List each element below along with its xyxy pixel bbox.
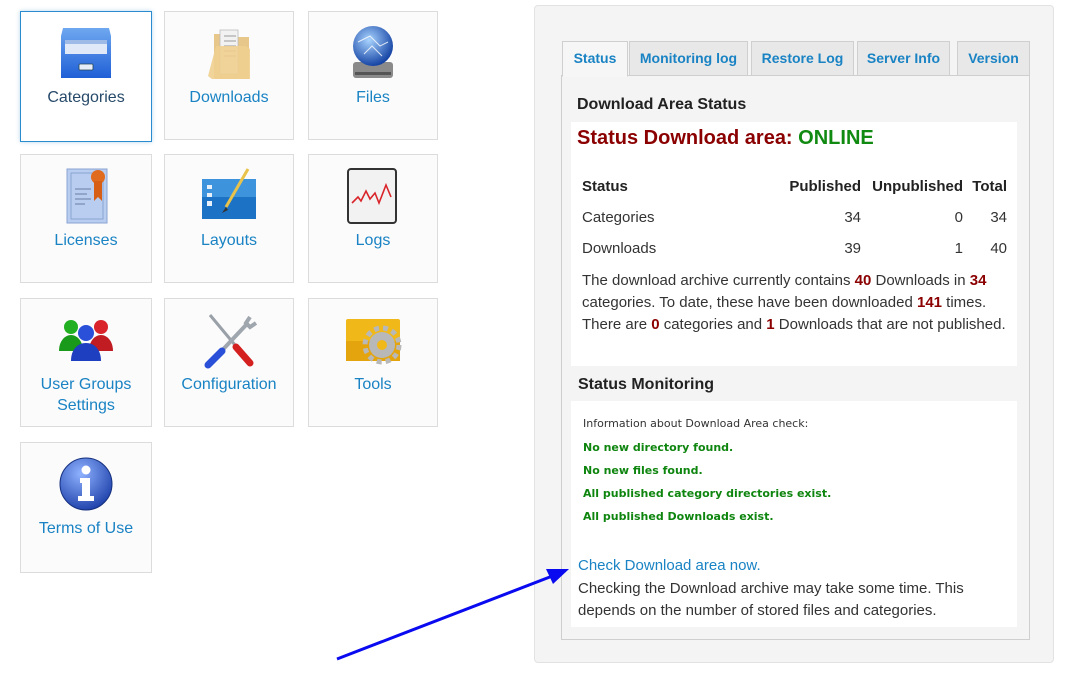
tab-server-info[interactable]: Server Info [857,41,950,76]
section-heading-download-area-status: Download Area Status [577,96,747,113]
tile-label: User Groups Settings [40,376,132,414]
monitoring-message: All published category directories exist… [583,487,832,500]
monitoring-message: All published Downloads exist. [583,510,774,523]
col-header: Published [789,178,861,195]
user-group-icon [59,320,113,361]
tile-files[interactable]: Files [308,11,438,140]
tab-restore-log[interactable]: Restore Log [751,41,854,76]
log-chart-icon [347,168,397,224]
tile-categories[interactable]: Categories [20,11,152,142]
monitoring-message: No new files found. [583,464,703,477]
file-cabinet-icon [61,28,111,78]
table-row: Downloads 39 1 40 [582,240,1007,257]
tile-label: Files [356,89,390,106]
archive-summary: The download archive currently contains … [582,272,1006,333]
online-badge: ONLINE [798,127,874,149]
folder-documents-icon [208,29,250,79]
info-icon [59,457,113,511]
section-heading-status-monitoring: Status Monitoring [578,376,714,393]
tile-label: Tools [354,376,392,393]
tile-label: Categories [47,89,125,106]
tab-monitoring-log[interactable]: Monitoring log [629,41,748,76]
monitoring-info: Information about Download Area check: [583,417,809,430]
table-row: Categories 34 0 34 [582,209,1007,226]
tab-version[interactable]: Version [957,41,1030,76]
status-table: Status Published Unpublished Total Categ… [577,171,1013,264]
tile-label: Licenses [54,232,118,249]
check-note: Checking the Download archive may take s… [578,580,964,619]
tile-downloads[interactable]: Downloads [164,11,294,140]
tools-wrench-screwdriver-icon [204,314,258,369]
tile-user-groups-settings[interactable]: User Groups Settings [20,298,152,427]
tile-label: Logs [355,232,391,249]
table-header-row: Status Published Unpublished Total [577,171,1013,202]
col-header: Unpublished [872,178,963,195]
download-area-status: Status Download area: ONLINE [577,127,874,149]
tile-label: Configuration [181,376,277,393]
tile-layouts[interactable]: Layouts [164,154,294,283]
tile-configuration[interactable]: Configuration [164,298,294,427]
arrow-shaft [336,573,556,661]
tile-licenses[interactable]: Licenses [20,154,152,283]
folder-gear-icon [346,319,402,365]
col-header: Status [582,178,628,195]
monitoring-message: No new directory found. [583,441,734,454]
tab-status[interactable]: Status [562,41,628,77]
certificate-icon [66,168,108,224]
col-header: Total [972,178,1007,195]
tile-terms-of-use[interactable]: Terms of Use [20,442,152,573]
layout-brush-icon [202,168,256,219]
check-download-area-link[interactable]: Check Download area now. [578,557,761,574]
network-drive-globe-icon [353,26,393,78]
tile-label: Terms of Use [38,520,134,537]
tile-label: Layouts [200,232,258,249]
tile-tools[interactable]: Tools [308,298,438,427]
tile-label: Downloads [189,89,269,106]
tile-logs[interactable]: Logs [308,154,438,283]
